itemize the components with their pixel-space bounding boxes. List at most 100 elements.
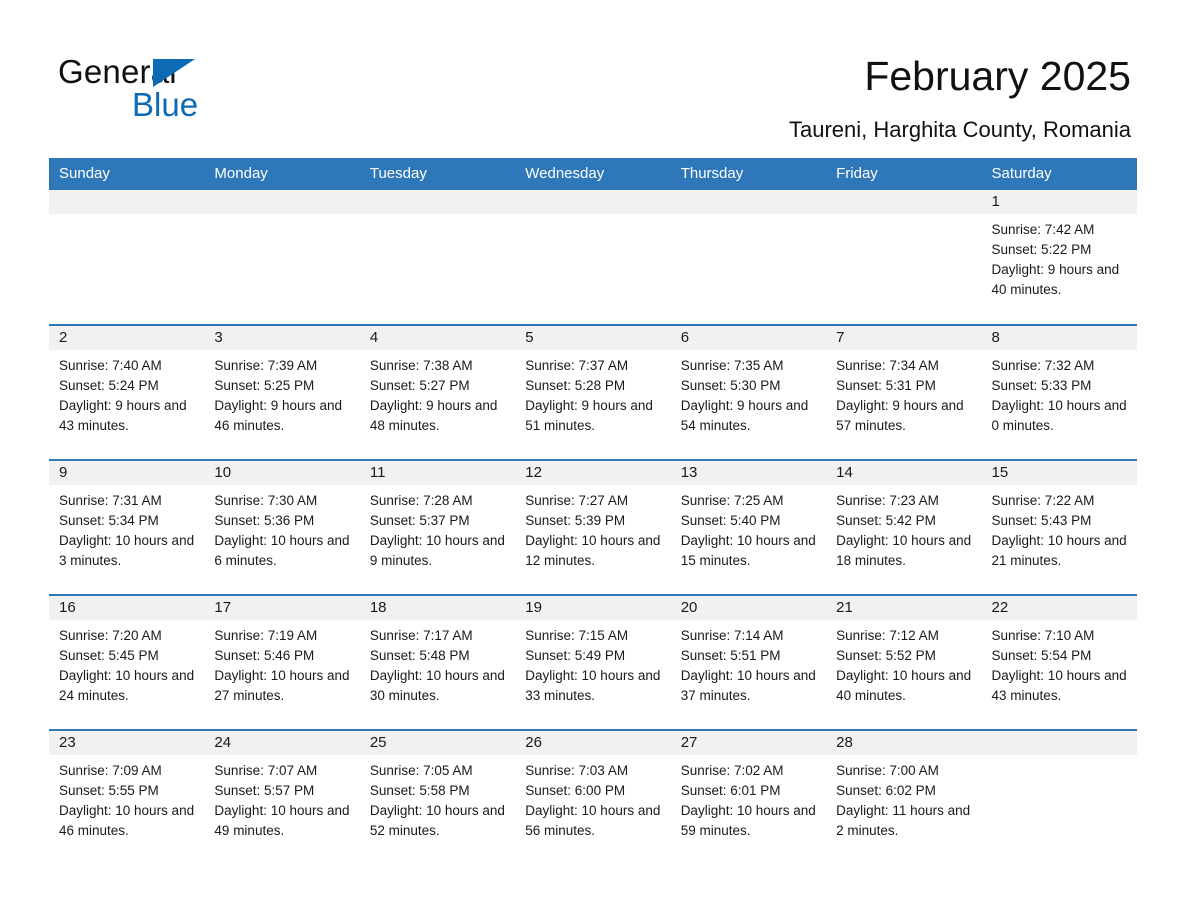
day-number (359, 190, 516, 214)
day-details: Sunrise: 7:22 AM Sunset: 5:43 PM Dayligh… (982, 485, 1137, 571)
sunset-text: Sunset: 5:34 PM (59, 513, 159, 528)
day-details (360, 214, 515, 220)
daylight-text: Daylight: 10 hours and 52 minutes. (369, 803, 505, 838)
calendar-day-cell: 1 Sunrise: 7:42 AM Sunset: 5:22 PM Dayli… (981, 190, 1137, 325)
day-details: Sunrise: 7:35 AM Sunset: 5:30 PM Dayligh… (671, 350, 826, 436)
day-number: 22 (981, 596, 1137, 620)
day-number: 23 (49, 731, 205, 755)
calendar-week-row: 23 Sunrise: 7:09 AM Sunset: 5:55 PM Dayl… (49, 729, 1137, 865)
sunrise-text: Sunrise: 7:00 AM (836, 763, 939, 778)
daylight-text: Daylight: 10 hours and 37 minutes. (680, 668, 816, 703)
calendar-week-row: 16 Sunrise: 7:20 AM Sunset: 5:45 PM Dayl… (49, 594, 1137, 730)
sunset-text: Sunset: 5:49 PM (525, 648, 626, 663)
day-details: Sunrise: 7:15 AM Sunset: 5:49 PM Dayligh… (515, 620, 670, 706)
daylight-text: Daylight: 10 hours and 3 minutes. (59, 533, 195, 568)
daylight-text: Daylight: 10 hours and 6 minutes. (214, 533, 350, 568)
sunrise-text: Sunrise: 7:09 AM (59, 763, 162, 778)
sunset-text: Sunset: 5:36 PM (214, 513, 315, 528)
daylight-text: Daylight: 10 hours and 15 minutes. (680, 533, 816, 568)
sunrise-text: Sunrise: 7:14 AM (680, 628, 784, 643)
calendar-day-cell: 25 Sunrise: 7:05 AM Sunset: 5:58 PM Dayl… (359, 729, 516, 865)
calendar-day-cell (981, 729, 1137, 865)
day-number: 3 (204, 326, 360, 350)
sunrise-text: Sunrise: 7:27 AM (525, 493, 629, 508)
day-number: 12 (515, 461, 671, 485)
sunset-text: Sunset: 5:46 PM (214, 648, 315, 663)
daylight-text: Daylight: 10 hours and 9 minutes. (369, 533, 505, 568)
daylight-text: Daylight: 10 hours and 27 minutes. (214, 668, 350, 703)
day-number: 16 (49, 596, 205, 620)
daylight-text: Daylight: 9 hours and 54 minutes. (680, 398, 809, 433)
calendar-week-row: 2 Sunrise: 7:40 AM Sunset: 5:24 PM Dayli… (49, 324, 1137, 460)
daylight-text: Daylight: 9 hours and 57 minutes. (836, 398, 964, 433)
sunset-text: Sunset: 5:37 PM (369, 513, 470, 528)
sunset-text: Sunset: 5:55 PM (59, 783, 159, 798)
day-details: Sunrise: 7:42 AM Sunset: 5:22 PM Dayligh… (982, 214, 1137, 300)
weekday-header-monday: Monday (204, 158, 360, 190)
day-number: 25 (359, 731, 516, 755)
day-details: Sunrise: 7:38 AM Sunset: 5:27 PM Dayligh… (360, 350, 515, 436)
calendar-day-cell: 12 Sunrise: 7:27 AM Sunset: 5:39 PM Dayl… (515, 459, 671, 595)
sunset-text: Sunset: 5:58 PM (369, 783, 470, 798)
day-details (204, 214, 359, 220)
day-number: 5 (515, 326, 671, 350)
daylight-text: Daylight: 10 hours and 24 minutes. (59, 668, 195, 703)
sunset-text: Sunset: 6:00 PM (525, 783, 626, 798)
day-details (515, 214, 670, 220)
day-number: 7 (826, 326, 982, 350)
day-number: 20 (670, 596, 827, 620)
sunrise-text: Sunrise: 7:42 AM (991, 222, 1095, 237)
sunrise-text: Sunrise: 7:38 AM (369, 358, 473, 373)
sunrise-text: Sunrise: 7:40 AM (59, 358, 162, 373)
day-number: 9 (49, 461, 205, 485)
calendar-day-cell: 17 Sunrise: 7:19 AM Sunset: 5:46 PM Dayl… (204, 594, 360, 730)
sunset-text: Sunset: 5:31 PM (836, 378, 936, 393)
day-number: 21 (826, 596, 982, 620)
sunrise-text: Sunrise: 7:10 AM (991, 628, 1095, 643)
sunset-text: Sunset: 5:30 PM (680, 378, 781, 393)
weekday-header-tuesday: Tuesday (359, 158, 516, 190)
calendar-day-cell (826, 190, 982, 325)
day-number: 14 (826, 461, 982, 485)
day-details: Sunrise: 7:07 AM Sunset: 5:57 PM Dayligh… (204, 755, 359, 841)
calendar-day-cell (359, 190, 516, 325)
sunset-text: Sunset: 5:52 PM (836, 648, 936, 663)
sunset-text: Sunset: 5:42 PM (836, 513, 936, 528)
day-details: Sunrise: 7:03 AM Sunset: 6:00 PM Dayligh… (515, 755, 670, 841)
day-number: 28 (826, 731, 982, 755)
day-details (982, 755, 1137, 761)
sunset-text: Sunset: 5:54 PM (991, 648, 1092, 663)
daylight-text: Daylight: 10 hours and 0 minutes. (991, 398, 1127, 433)
calendar-day-cell (670, 190, 827, 325)
sunrise-text: Sunrise: 7:31 AM (59, 493, 162, 508)
day-details: Sunrise: 7:40 AM Sunset: 5:24 PM Dayligh… (49, 350, 204, 436)
day-number (826, 190, 982, 214)
sunset-text: Sunset: 6:02 PM (836, 783, 936, 798)
day-number (981, 731, 1137, 755)
daylight-text: Daylight: 10 hours and 30 minutes. (369, 668, 505, 703)
day-number: 2 (49, 326, 205, 350)
page-subtitle: Taureni, Harghita County, Romania (789, 117, 1131, 142)
page-header: General Blue February 2025 Taureni, Harg… (0, 0, 1188, 158)
day-details: Sunrise: 7:25 AM Sunset: 5:40 PM Dayligh… (671, 485, 826, 571)
sunrise-text: Sunrise: 7:34 AM (836, 358, 939, 373)
daylight-text: Daylight: 10 hours and 40 minutes. (836, 668, 972, 703)
sunrise-text: Sunrise: 7:39 AM (214, 358, 318, 373)
sunset-text: Sunset: 5:33 PM (991, 378, 1092, 393)
day-number: 4 (359, 326, 516, 350)
day-details: Sunrise: 7:00 AM Sunset: 6:02 PM Dayligh… (826, 755, 981, 841)
sunrise-text: Sunrise: 7:15 AM (525, 628, 629, 643)
day-details: Sunrise: 7:27 AM Sunset: 5:39 PM Dayligh… (515, 485, 670, 571)
sunset-text: Sunset: 5:51 PM (680, 648, 781, 663)
sunset-text: Sunset: 5:39 PM (525, 513, 626, 528)
daylight-text: Daylight: 10 hours and 49 minutes. (214, 803, 350, 838)
calendar-day-cell: 8 Sunrise: 7:32 AM Sunset: 5:33 PM Dayli… (981, 324, 1137, 460)
calendar-day-cell: 13 Sunrise: 7:25 AM Sunset: 5:40 PM Dayl… (670, 459, 827, 595)
calendar-day-cell (204, 190, 360, 325)
daylight-text: Daylight: 9 hours and 51 minutes. (525, 398, 653, 433)
sunrise-text: Sunrise: 7:37 AM (525, 358, 629, 373)
calendar-day-cell: 4 Sunrise: 7:38 AM Sunset: 5:27 PM Dayli… (359, 324, 516, 460)
calendar-day-cell: 3 Sunrise: 7:39 AM Sunset: 5:25 PM Dayli… (204, 324, 360, 460)
sunrise-text: Sunrise: 7:28 AM (369, 493, 473, 508)
calendar-day-cell: 10 Sunrise: 7:30 AM Sunset: 5:36 PM Dayl… (204, 459, 360, 595)
